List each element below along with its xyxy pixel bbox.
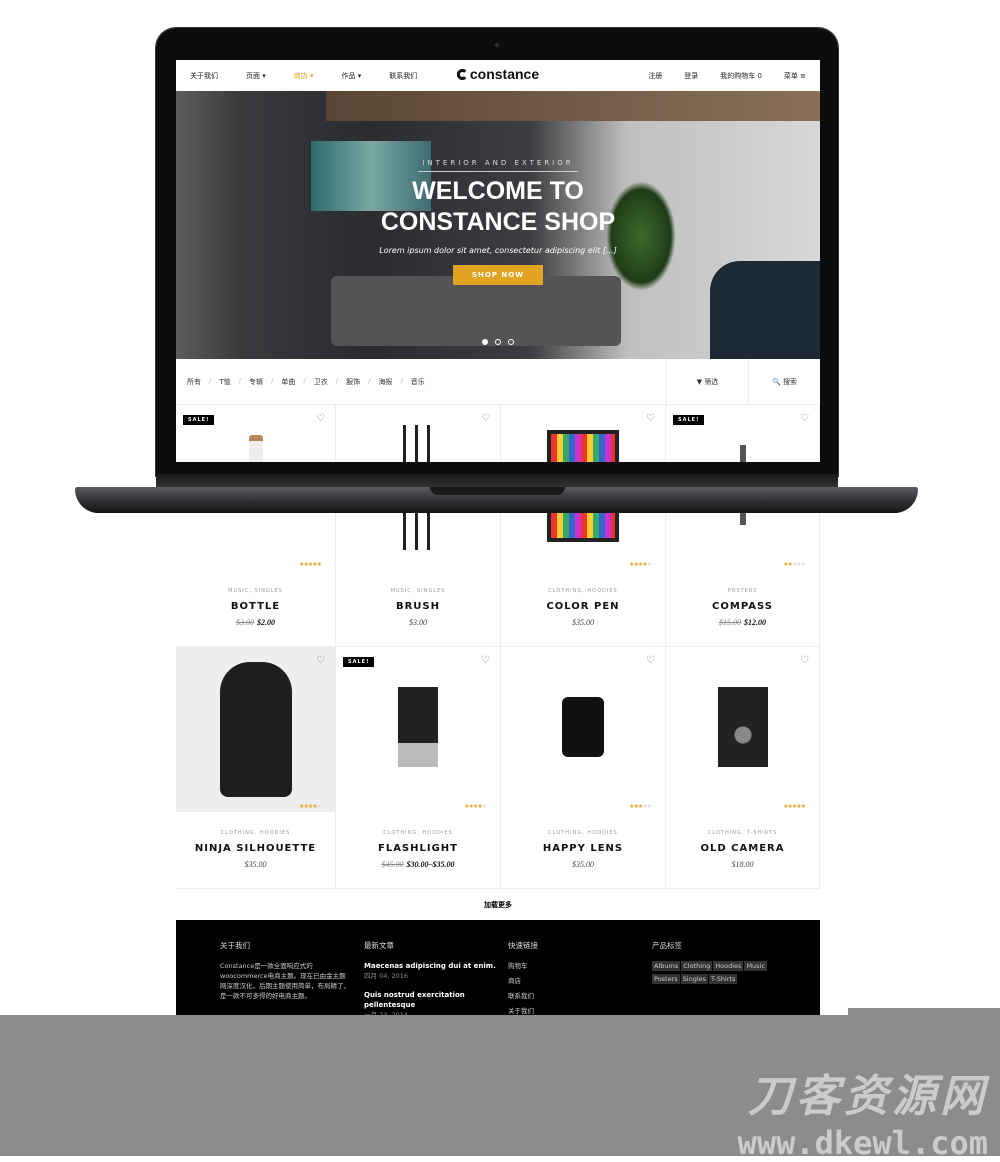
footer-about-text: Constance是一款全面响应式的woocommerce电商主题。现在已由金主… (220, 962, 350, 1000)
product-price: $35.00 (501, 618, 665, 627)
product-card[interactable]: ♡ ★★★★★ CLOTHING, T-SHIRTS OLD CAMERA $18.00 (666, 647, 820, 889)
product-price: $45.00 $30.00–$35.00 (336, 860, 500, 869)
footer-post-link[interactable]: Quis nostrud exercitation pellentesque (364, 990, 508, 1010)
gray-band-step (848, 1008, 1000, 1018)
product-name[interactable]: OLD CAMERA (666, 843, 819, 854)
footer: 关于我们 Constance是一款全面响应式的woocommerce电商主题。现在… (176, 920, 820, 1015)
current-price: $12.00 (744, 618, 766, 627)
product-tag[interactable]: T-Shirts (709, 974, 738, 984)
product-name[interactable]: BOTTLE (176, 601, 335, 612)
product-name[interactable]: HAPPY LENS (501, 843, 665, 854)
product-tag[interactable]: Music (744, 961, 767, 971)
product-name[interactable]: COMPASS (666, 601, 819, 612)
footer-links-title: 快速链接 (508, 941, 538, 950)
product-photo (562, 697, 604, 757)
star-rating: ★★★★★ (629, 561, 652, 568)
product-price: $35.00 (501, 860, 665, 869)
product-price: $3.00 (336, 618, 500, 627)
sale-badge: SALE! (343, 657, 375, 667)
product-tag[interactable]: Clothing (681, 961, 713, 971)
product-name[interactable]: NINJA SILHOUETTE (176, 843, 335, 854)
footer-about-title: 关于我们 (220, 941, 250, 950)
watermark: 刀客资源网 www.dkewl.com (738, 1060, 988, 1162)
product-price: $18.00 (666, 860, 819, 869)
laptop-hinge (156, 474, 838, 488)
empty-stars: ★ (316, 803, 322, 810)
product-photo (219, 662, 292, 797)
heart-icon[interactable]: ♡ (481, 655, 490, 666)
laptop-notch (430, 487, 565, 495)
product-categories[interactable]: MUSIC, SINGLES (336, 588, 500, 594)
product-tag[interactable]: Hoodies (713, 961, 744, 971)
product-categories[interactable]: CLOTHING, HOODIES (176, 830, 335, 836)
footer-quick-link[interactable]: 关于我们 (508, 1006, 652, 1015)
star-rating: ★★★★★ (299, 561, 322, 568)
load-more-button[interactable]: 加载更多 (176, 889, 820, 920)
footer-quick-link[interactable]: 联系我们 (508, 991, 652, 1001)
star-rating: ★★★★★ (464, 803, 487, 810)
product-categories[interactable]: CLOTHING, HOODIES (501, 830, 665, 836)
product-price: $35.00 (176, 860, 335, 869)
watermark-line1: 刀客资源网 (748, 1071, 988, 1122)
camera-icon (495, 43, 499, 47)
footer-quick-link[interactable]: 商店 (508, 976, 652, 986)
product-name[interactable]: FLASHLIGHT (336, 843, 500, 854)
product-photo (398, 687, 438, 767)
star-rating: ★★★★★ (299, 803, 322, 810)
footer-quick-link[interactable]: 购物车 (508, 961, 652, 971)
star-rating: ★★★★★ (629, 803, 652, 810)
empty-stars: ★★ (642, 803, 652, 810)
product-image[interactable]: ♡ ★★★★★ (666, 647, 819, 812)
product-price: $3.00 $2.00 (176, 618, 335, 627)
current-price: $35.00 (572, 860, 594, 869)
footer-post-link[interactable]: Maecenas adipiscing dui at enim. (364, 961, 508, 971)
product-categories[interactable]: POSTERS (666, 588, 819, 594)
empty-stars: ★ (646, 561, 652, 568)
current-price: $2.00 (257, 618, 275, 627)
product-image[interactable]: ♡ ★★★★★ (176, 647, 335, 812)
footer-tags-title: 产品标签 (652, 941, 682, 950)
current-price: $35.00 (244, 860, 267, 869)
empty-stars: ★★★ (791, 561, 806, 568)
star-rating: ★★★★★ (783, 803, 806, 810)
heart-icon[interactable]: ♡ (316, 655, 325, 666)
current-price: $35.00 (572, 618, 594, 627)
product-tag[interactable]: Posters (652, 974, 680, 984)
heart-icon[interactable]: ♡ (800, 655, 809, 666)
empty-stars: ★ (481, 803, 487, 810)
product-card[interactable]: ♡ ★★★★★ CLOTHING, HOODIES HAPPY LENS $35.00 (501, 647, 666, 889)
product-card[interactable]: SALE! ♡ ★★★★★ CLOTHING, HOODIES FLASHLIGHT $4… (336, 647, 501, 889)
product-card[interactable]: ♡ ★★★★★ CLOTHING, HOODIES NINJA SILHOUETTE $… (176, 647, 336, 889)
current-price: $3.00 (409, 618, 427, 627)
current-price: $18.00 (731, 860, 754, 869)
product-categories[interactable]: CLOTHING, HOODIES (501, 588, 665, 594)
product-image[interactable]: ♡ ★★★★★ (501, 647, 665, 812)
product-categories[interactable]: CLOTHING, HOODIES (336, 830, 500, 836)
product-categories[interactable]: CLOTHING, T-SHIRTS (666, 830, 819, 836)
product-photo (717, 687, 768, 767)
product-tag[interactable]: Singles (680, 974, 709, 984)
heart-icon[interactable]: ♡ (646, 655, 655, 666)
laptop-bezel (156, 28, 838, 476)
product-name[interactable]: COLOR PEN (501, 601, 665, 612)
product-image[interactable]: SALE! ♡ ★★★★★ (336, 647, 500, 812)
star-rating: ★★★★★ (783, 561, 806, 568)
product-categories[interactable]: MUSIC, SINGLES (176, 588, 335, 594)
old-price: $3.00 (236, 618, 254, 627)
product-price: $15.00 $12.00 (666, 618, 819, 627)
current-price: $30.00–$35.00 (406, 860, 455, 869)
old-price: $45.00 (381, 860, 404, 869)
product-name[interactable]: BRUSH (336, 601, 500, 612)
watermark-line2: www.dkewl.com (737, 1124, 988, 1162)
product-tag[interactable]: Albums (652, 961, 681, 971)
old-price: $15.00 (719, 618, 741, 627)
footer-post-date: 四月 04, 2016 (364, 972, 409, 980)
footer-posts-title: 最新文章 (364, 941, 394, 950)
